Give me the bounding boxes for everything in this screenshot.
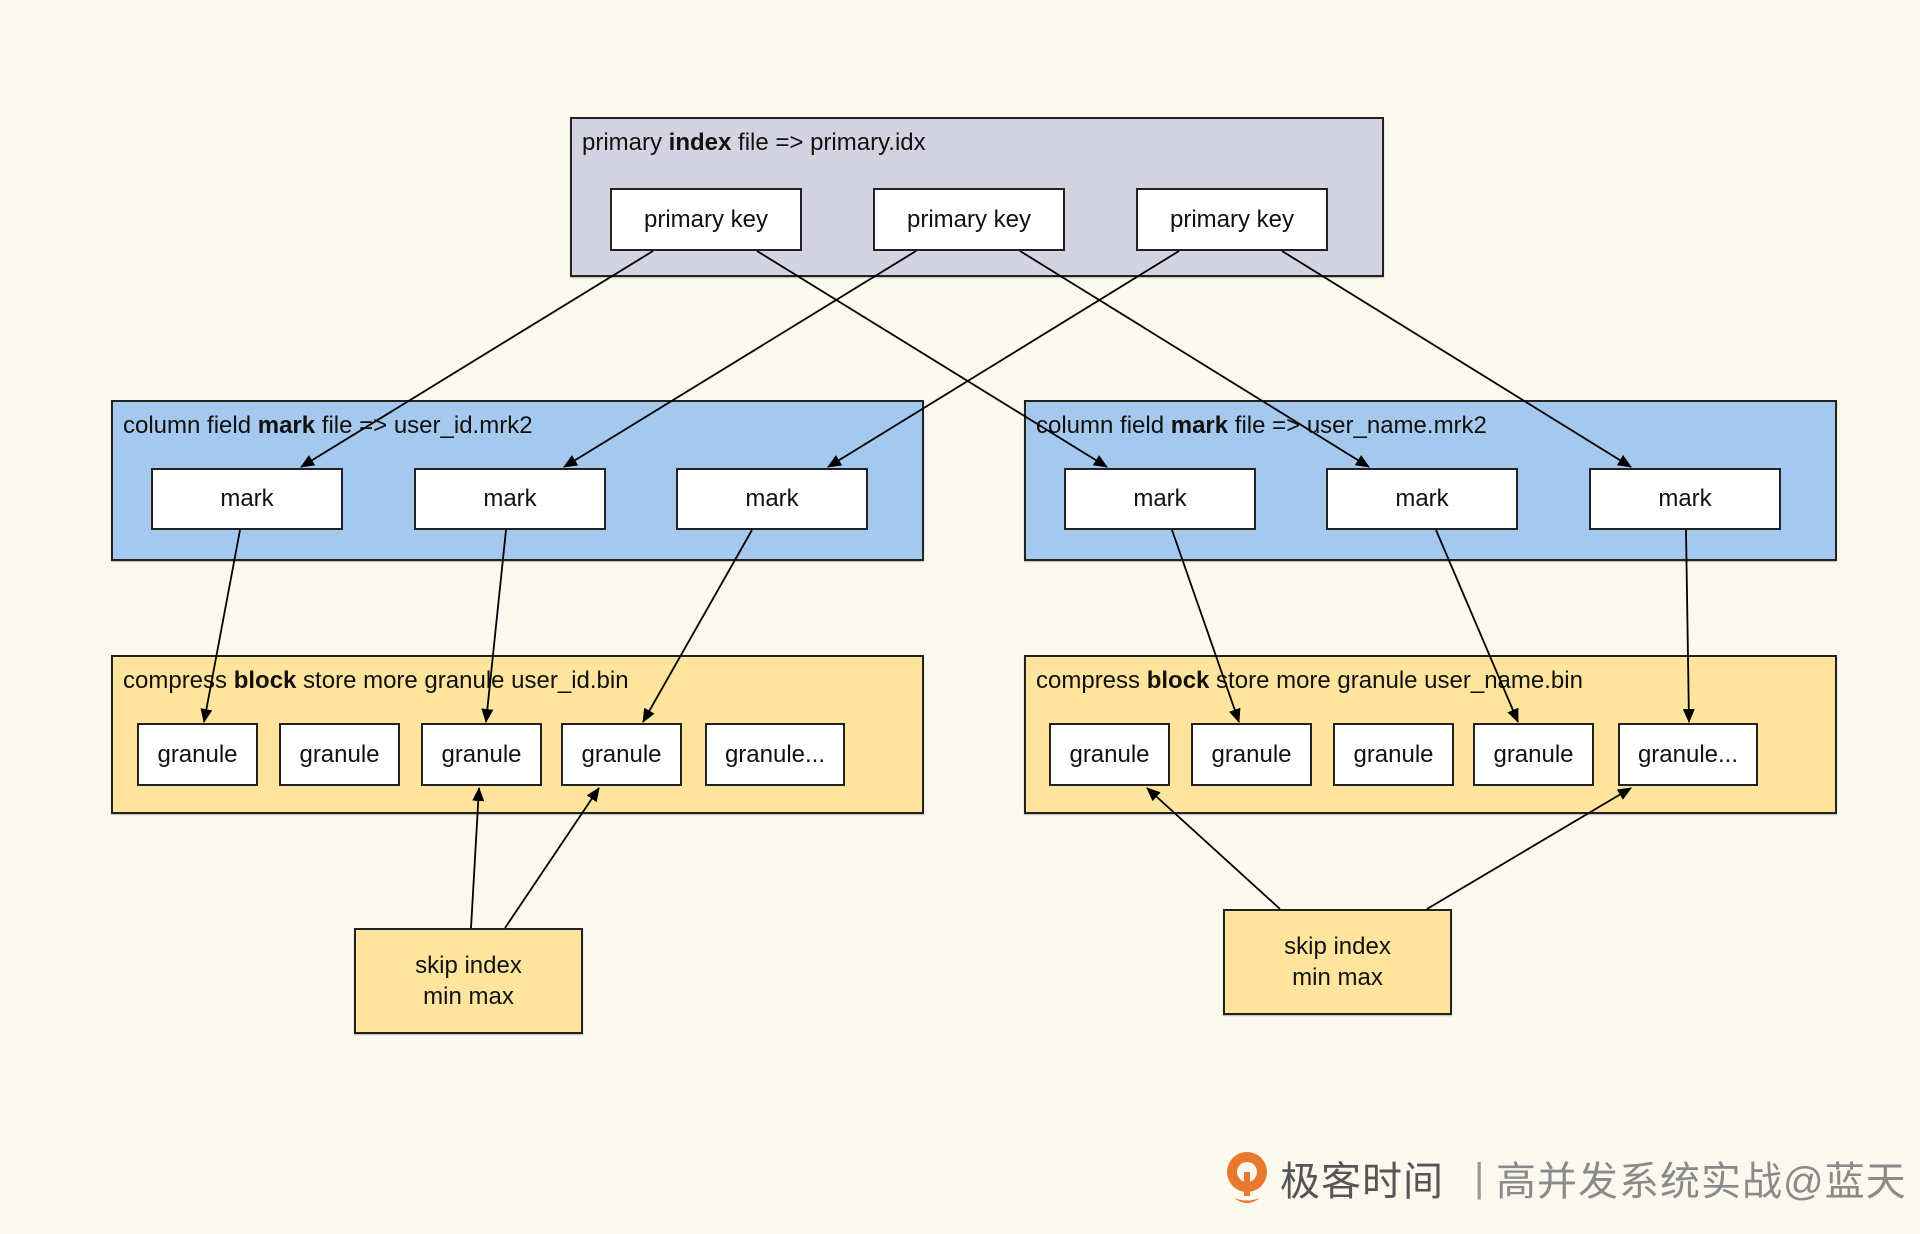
primary-key-1: primary key xyxy=(610,188,802,251)
title-text: store more granule user_id.bin xyxy=(296,667,629,694)
bin-file-title: compress block store more granule user_n… xyxy=(1036,667,1583,695)
user-name-granule-3: granule xyxy=(1333,723,1454,786)
user-name-granule-2: granule xyxy=(1191,723,1312,786)
skip-index-label: min max xyxy=(423,983,514,1010)
user-id-granule-3: granule xyxy=(421,723,542,786)
skip-index-label: skip index xyxy=(415,952,522,979)
user-id-granule-5: granule... xyxy=(705,723,845,786)
skip-index-2: skip index min max xyxy=(1223,909,1452,1015)
watermark-separator: | xyxy=(1474,1155,1485,1200)
title-bold: block xyxy=(1146,667,1210,694)
skip-index-1: skip index min max xyxy=(354,928,583,1034)
title-text: file => primary.idx xyxy=(731,129,926,156)
geektime-logo-icon xyxy=(1224,1148,1272,1208)
skip-index-label: skip index xyxy=(1284,933,1391,960)
title-text: primary xyxy=(582,129,669,156)
title-text: compress xyxy=(123,667,234,694)
title-text: store more granule user_name.bin xyxy=(1209,667,1583,694)
title-text: file => user_id.mrk2 xyxy=(315,412,533,439)
user-id-granule-1: granule xyxy=(137,723,258,786)
user-id-mark-1: mark xyxy=(151,468,343,530)
user-id-granule-4: granule xyxy=(561,723,682,786)
title-bold: block xyxy=(233,667,297,694)
title-bold: mark xyxy=(257,412,316,439)
user-id-mark-2: mark xyxy=(414,468,606,530)
title-text: compress xyxy=(1036,667,1147,694)
title-text: file => user_name.mrk2 xyxy=(1228,412,1487,439)
title-text: column field xyxy=(123,412,258,439)
user-id-granule-2: granule xyxy=(279,723,400,786)
title-text: column field xyxy=(1036,412,1171,439)
mark-file-title: column field mark file => user_id.mrk2 xyxy=(123,412,533,440)
user-name-granule-1: granule xyxy=(1049,723,1170,786)
title-bold: mark xyxy=(1170,412,1229,439)
user-name-granule-4: granule xyxy=(1473,723,1594,786)
watermark-course: 高并发系统实战@蓝天 xyxy=(1496,1160,1907,1204)
user-name-mark-3: mark xyxy=(1589,468,1781,530)
user-name-mark-1: mark xyxy=(1064,468,1256,530)
primary-key-2: primary key xyxy=(873,188,1065,251)
user-id-mark-3: mark xyxy=(676,468,868,530)
title-bold: index xyxy=(668,129,732,156)
watermark-brand: 极客时间 xyxy=(1280,1160,1444,1204)
bin-file-title: compress block store more granule user_i… xyxy=(123,667,629,695)
user-name-mark-2: mark xyxy=(1326,468,1518,530)
skip-index-label: min max xyxy=(1292,964,1383,991)
mark-file-title: column field mark file => user_name.mrk2 xyxy=(1036,412,1487,440)
primary-key-3: primary key xyxy=(1136,188,1328,251)
primary-index-title: primary index file => primary.idx xyxy=(582,129,926,157)
user-name-granule-5: granule... xyxy=(1618,723,1758,786)
